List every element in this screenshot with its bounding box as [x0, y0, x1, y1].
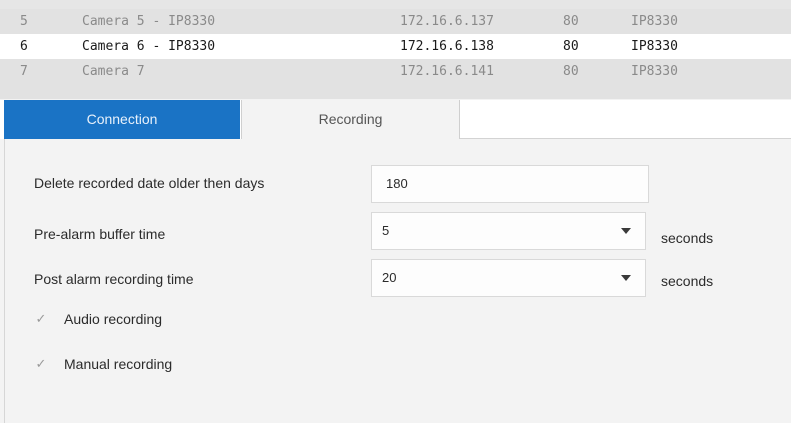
- post-alarm-value: 20: [382, 270, 397, 285]
- audio-recording-checkbox[interactable]: ✓ Audio recording: [34, 311, 334, 331]
- table-row[interactable]: 7 Camera 7 172.16.6.141 80 IP8330: [0, 59, 791, 99]
- chevron-down-icon[interactable]: [621, 275, 631, 281]
- camera-model: IP8330: [631, 64, 678, 79]
- camera-port: 80: [563, 39, 579, 54]
- table-top-strip: [0, 0, 791, 9]
- camera-ip: 172.16.6.141: [400, 64, 494, 79]
- pre-alarm-label: Pre-alarm buffer time: [34, 226, 166, 242]
- chevron-down-icon[interactable]: [621, 228, 631, 234]
- pre-alarm-unit: seconds: [661, 230, 714, 246]
- camera-port: 80: [563, 14, 579, 29]
- camera-ip: 172.16.6.137: [400, 14, 494, 29]
- camera-port: 80: [563, 64, 579, 79]
- camera-number: 7: [20, 64, 28, 79]
- post-alarm-label: Post alarm recording time: [34, 271, 194, 287]
- audio-recording-label: Audio recording: [64, 311, 163, 327]
- delete-days-label: Delete recorded date older then days: [34, 175, 265, 191]
- delete-days-input[interactable]: 180: [371, 165, 649, 203]
- checkmark-icon[interactable]: ✓: [34, 357, 48, 371]
- camera-name: Camera 6 - IP8330: [82, 39, 216, 54]
- camera-number: 6: [20, 39, 28, 54]
- camera-model: IP8330: [631, 39, 678, 54]
- checkmark-icon[interactable]: ✓: [34, 312, 48, 326]
- camera-model: IP8330: [631, 14, 678, 29]
- tab-connection[interactable]: Connection: [4, 100, 240, 139]
- manual-recording-checkbox[interactable]: ✓ Manual recording: [34, 356, 334, 376]
- pre-alarm-value: 5: [382, 223, 390, 238]
- camera-name: Camera 7: [82, 64, 145, 79]
- settings-tabs: Connection Recording: [0, 100, 791, 139]
- camera-name: Camera 5 - IP8330: [82, 14, 216, 29]
- post-alarm-select[interactable]: 20: [371, 259, 646, 297]
- tab-recording[interactable]: Recording: [241, 100, 460, 139]
- camera-ip: 172.16.6.138: [400, 39, 494, 54]
- post-alarm-unit: seconds: [661, 273, 714, 289]
- pre-alarm-select[interactable]: 5: [371, 212, 646, 250]
- manual-recording-label: Manual recording: [64, 356, 173, 372]
- camera-number: 5: [20, 14, 28, 29]
- table-row[interactable]: 5 Camera 5 - IP8330 172.16.6.137 80 IP83…: [0, 9, 791, 34]
- panel-border: [4, 139, 5, 423]
- table-row[interactable]: 6 Camera 6 - IP8330 172.16.6.138 80 IP83…: [0, 34, 791, 59]
